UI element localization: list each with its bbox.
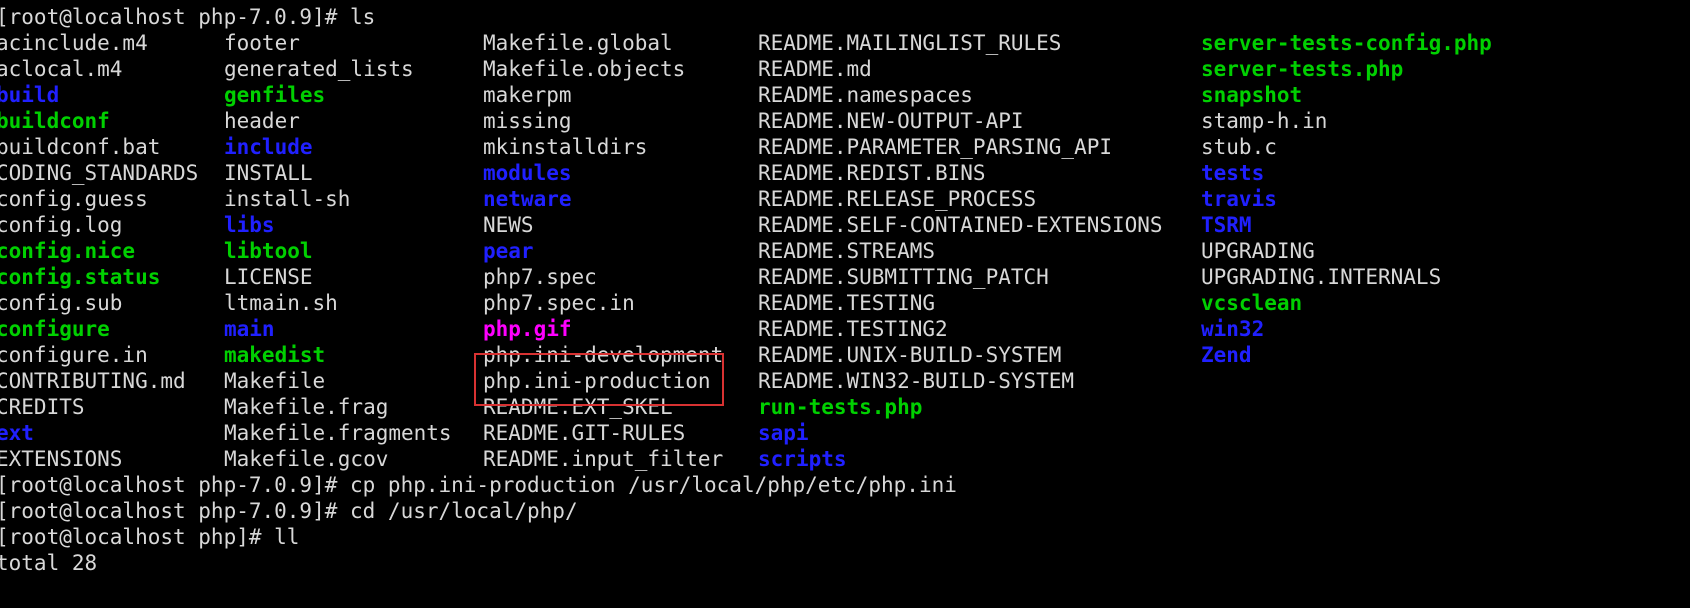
ls-entry[interactable]: sapi	[758, 420, 1163, 446]
ls-entry[interactable]: README.SUBMITTING_PATCH	[758, 264, 1163, 290]
ls-entry[interactable]: configure.in	[0, 342, 198, 368]
ls-entry[interactable]: footer	[224, 30, 452, 56]
ls-entry[interactable]: server-tests-config.php	[1201, 30, 1492, 56]
ls-entry[interactable]: vcsclean	[1201, 290, 1492, 316]
ls-entry[interactable]: config.nice	[0, 238, 198, 264]
ls-entry[interactable]: README.md	[758, 56, 1163, 82]
ls-entry[interactable]: main	[224, 316, 452, 342]
ls-entry[interactable]: README.SELF-CONTAINED-EXTENSIONS	[758, 212, 1163, 238]
ls-column-3: Makefile.global Makefile.objects makerpm mi…	[483, 30, 723, 472]
ls-entry[interactable]: header	[224, 108, 452, 134]
ls-entry[interactable]: libs	[224, 212, 452, 238]
ls-entry[interactable]: php.gif	[483, 316, 723, 342]
ls-entry[interactable]: buildconf	[0, 108, 198, 134]
ls-column-4: README.MAILINGLIST_RULES README.md README.…	[758, 30, 1163, 472]
ls-entry[interactable]: libtool	[224, 238, 452, 264]
ls-entry[interactable]: Makefile.frag	[224, 394, 452, 420]
ls-entry[interactable]: LICENSE	[224, 264, 452, 290]
ls-entry[interactable]: README.MAILINGLIST_RULES	[758, 30, 1163, 56]
ls-entry[interactable]: win32	[1201, 316, 1492, 342]
ls-entry[interactable]: EXTENSIONS	[0, 446, 198, 472]
ls-entry[interactable]: acinclude.m4	[0, 30, 198, 56]
ls-entry[interactable]: Zend	[1201, 342, 1492, 368]
ls-entry[interactable]: netware	[483, 186, 723, 212]
ls-entry[interactable]: UPGRADING.INTERNALS	[1201, 264, 1492, 290]
ls-entry[interactable]: php.ini-production	[483, 368, 723, 394]
ls-entry[interactable]: README.UNIX-BUILD-SYSTEM	[758, 342, 1163, 368]
ls-entry[interactable]: server-tests.php	[1201, 56, 1492, 82]
ls-entry[interactable]: README.TESTING	[758, 290, 1163, 316]
ls-entry[interactable]: Makefile.fragments	[224, 420, 452, 446]
ls-entry[interactable]: README.NEW-OUTPUT-API	[758, 108, 1163, 134]
ls-entry[interactable]: missing	[483, 108, 723, 134]
ls-entry[interactable]: config.guess	[0, 186, 198, 212]
ls-entry[interactable]: README.PARAMETER_PARSING_API	[758, 134, 1163, 160]
ls-entry[interactable]: generated_lists	[224, 56, 452, 82]
ls-column-1: acinclude.m4 aclocal.m4 build buildconf buil…	[0, 30, 198, 472]
ls-entry[interactable]: snapshot	[1201, 82, 1492, 108]
ls-entry[interactable]: README.GIT-RULES	[483, 420, 723, 446]
ls-entry[interactable]: UPGRADING	[1201, 238, 1492, 264]
ls-column-5: server-tests-config.php server-tests.php s…	[1201, 30, 1492, 368]
ls-entry[interactable]: TSRM	[1201, 212, 1492, 238]
ls-entry[interactable]: README.REDIST.BINS	[758, 160, 1163, 186]
prompt-line-ll: [root@localhost php]# ll	[0, 525, 300, 549]
ls-entry[interactable]: CREDITS	[0, 394, 198, 420]
prompt-line-cp: [root@localhost php-7.0.9]# cp php.ini-p…	[0, 473, 957, 497]
prompt-line-ls: [root@localhost php-7.0.9]# ls	[0, 5, 376, 29]
ls-entry[interactable]: modules	[483, 160, 723, 186]
ls-entry[interactable]: INSTALL	[224, 160, 452, 186]
ls-entry[interactable]: stamp-h.in	[1201, 108, 1492, 134]
ls-entry[interactable]: CODING_STANDARDS	[0, 160, 198, 186]
ls-entry[interactable]: README.STREAMS	[758, 238, 1163, 264]
ls-entry[interactable]: README.input_filter	[483, 446, 723, 472]
ls-entry[interactable]: tests	[1201, 160, 1492, 186]
ls-entry[interactable]: README.RELEASE_PROCESS	[758, 186, 1163, 212]
ls-entry[interactable]: include	[224, 134, 452, 160]
ls-entry[interactable]: config.sub	[0, 290, 198, 316]
ls-entry[interactable]: Makefile.gcov	[224, 446, 452, 472]
ls-entry[interactable]: makedist	[224, 342, 452, 368]
ls-entry[interactable]: README.namespaces	[758, 82, 1163, 108]
ls-entry[interactable]: genfiles	[224, 82, 452, 108]
ls-entry[interactable]: buildconf.bat	[0, 134, 198, 160]
ls-entry[interactable]: travis	[1201, 186, 1492, 212]
ls-entry[interactable]: php7.spec.in	[483, 290, 723, 316]
terminal-window[interactable]: [root@localhost php-7.0.9]# ls acinclude…	[0, 0, 1690, 608]
ls-entry[interactable]: php.ini-development	[483, 342, 723, 368]
ls-entry[interactable]: scripts	[758, 446, 1163, 472]
ls-entry[interactable]: ext	[0, 420, 198, 446]
ls-entry[interactable]: run-tests.php	[758, 394, 1163, 420]
ls-entry[interactable]: install-sh	[224, 186, 452, 212]
ls-entry[interactable]: php7.spec	[483, 264, 723, 290]
ls-column-2: footer generated_lists genfiles header inclu…	[224, 30, 452, 472]
ls-entry[interactable]: Makefile.objects	[483, 56, 723, 82]
ls-entry[interactable]: aclocal.m4	[0, 56, 198, 82]
ls-entry[interactable]: README.TESTING2	[758, 316, 1163, 342]
ls-entry[interactable]: build	[0, 82, 198, 108]
ls-entry[interactable]: makerpm	[483, 82, 723, 108]
ls-entry[interactable]: NEWS	[483, 212, 723, 238]
ls-entry[interactable]: Makefile.global	[483, 30, 723, 56]
ls-entry[interactable]: mkinstalldirs	[483, 134, 723, 160]
ls-entry[interactable]: config.status	[0, 264, 198, 290]
ls-entry[interactable]: README.EXT_SKEL	[483, 394, 723, 420]
ls-entry[interactable]: ltmain.sh	[224, 290, 452, 316]
ll-output-total: total 28	[0, 551, 98, 575]
ls-entry[interactable]: pear	[483, 238, 723, 264]
prompt-line-cd: [root@localhost php-7.0.9]# cd /usr/loca…	[0, 499, 578, 523]
ls-entry[interactable]: CONTRIBUTING.md	[0, 368, 198, 394]
ls-entry[interactable]: Makefile	[224, 368, 452, 394]
ls-entry[interactable]: configure	[0, 316, 198, 342]
ls-entry[interactable]: README.WIN32-BUILD-SYSTEM	[758, 368, 1163, 394]
ls-entry[interactable]: stub.c	[1201, 134, 1492, 160]
ls-entry[interactable]: config.log	[0, 212, 198, 238]
